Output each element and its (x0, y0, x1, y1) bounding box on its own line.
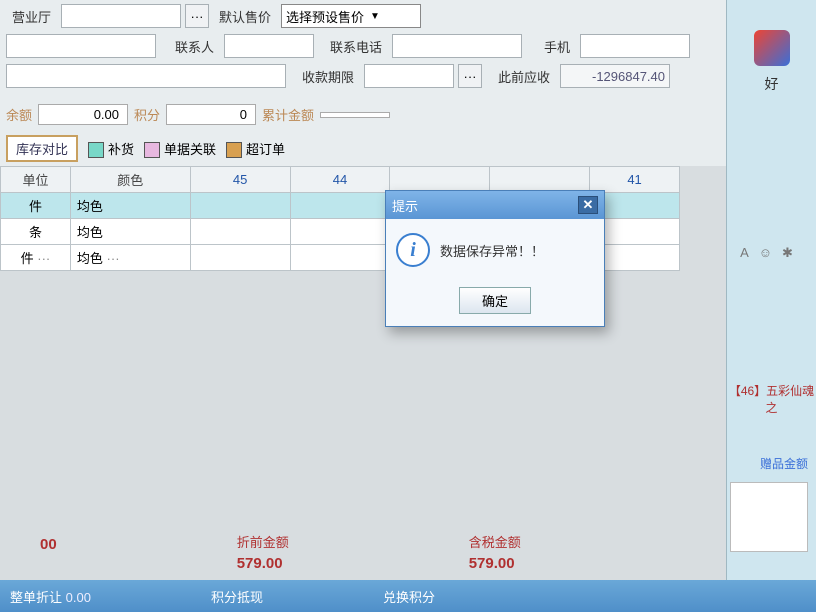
cell-color: 均色 ··· (70, 245, 190, 271)
hall-label: 营业厅 (6, 7, 57, 26)
legend-overorder: 超订单 (226, 139, 285, 159)
sum-value (320, 112, 390, 118)
col-45[interactable]: 45 (190, 167, 290, 193)
cell-unit: 条 (1, 219, 71, 245)
default-price-label: 默认售价 (213, 7, 277, 26)
points-value: 0 (166, 104, 256, 125)
col-color[interactable]: 颜色 (70, 167, 190, 193)
balance-label: 余额 (6, 105, 32, 124)
side-toolbar: A☺✱ (727, 244, 816, 262)
close-icon[interactable]: ✕ (578, 196, 598, 214)
alert-dialog: 提示 ✕ i 数据保存异常！！ 确定 (385, 190, 605, 327)
grid-header-row: 单位 颜色 45 44 41 (1, 167, 680, 193)
app-logo-icon (754, 30, 790, 66)
legend-row: 库存对比 补货 单据关联 超订单 (0, 131, 816, 166)
text-a-icon[interactable]: A (740, 245, 759, 260)
col-unit[interactable]: 单位 (1, 167, 71, 193)
face-icon[interactable]: ☺ (759, 245, 782, 260)
footer-amounts: 00 折前金额 579.00 含税金额 579.00 (0, 532, 816, 572)
prev-receivable-label: 此前应收 (486, 67, 556, 86)
prediscount-label: 折前金额 (237, 532, 289, 551)
news-link[interactable]: 【46】五彩仙魂之 (727, 382, 816, 416)
gift-amount-label: 赠品金额 (760, 455, 808, 472)
mini-panel (730, 482, 808, 552)
price-preset-dropdown[interactable]: 选择预设售价 ▼ (281, 4, 421, 28)
col-41[interactable]: 41 (590, 167, 680, 193)
cell-color: 均色 (70, 193, 190, 219)
taxed-label: 含税金额 (469, 532, 521, 551)
cell-color: 均色 (70, 219, 190, 245)
chevron-down-icon: ▼ (370, 11, 380, 22)
blank-input-1[interactable] (6, 34, 156, 58)
info-icon: i (396, 233, 430, 267)
mobile-input[interactable] (580, 34, 690, 58)
cell-unit: 件 (1, 193, 71, 219)
form-area: 营业厅 ··· 默认售价 选择预设售价 ▼ 联系人 联系电话 手机 收款期限 ·… (0, 0, 816, 98)
col-44[interactable]: 44 (290, 167, 390, 193)
footer-val-1: 00 (40, 536, 57, 553)
receive-term-label: 收款期限 (290, 67, 360, 86)
legend-relate: 单据关联 (144, 139, 216, 159)
mobile-label: 手机 (526, 37, 576, 56)
contact-phone-input[interactable] (392, 34, 522, 58)
cell-unit: 件 ··· (1, 245, 71, 271)
blank-input-2[interactable] (6, 64, 286, 88)
balance-row: 余额 0.00 积分 0 累计金额 折扣 100 (0, 98, 816, 131)
legend-replenish: 补货 (88, 139, 134, 159)
footer-col-prediscount: 折前金额 579.00 (237, 532, 289, 572)
contact-phone-label: 联系电话 (318, 37, 388, 56)
dialog-titlebar[interactable]: 提示 ✕ (386, 191, 604, 219)
prev-receivable-value: -1296847.40 (560, 64, 670, 88)
receive-term-lookup-button[interactable]: ··· (458, 64, 482, 88)
prediscount-value: 579.00 (237, 555, 289, 572)
whole-discount: 整单折让 0.00 (10, 587, 91, 606)
dialog-message: 数据保存异常！！ (440, 241, 544, 260)
contact-label: 联系人 (160, 37, 220, 56)
dialog-title: 提示 (392, 196, 418, 215)
swatch-replenish (88, 142, 104, 158)
points-deduct-label: 积分抵现 (211, 587, 263, 606)
balance-value: 0.00 (38, 104, 128, 125)
footer-col-taxed: 含税金额 579.00 (469, 532, 521, 572)
bottom-bar: 整单折让 0.00 积分抵现 兑换积分 (0, 580, 816, 612)
swatch-overorder (226, 142, 242, 158)
points-label: 积分 (134, 105, 160, 124)
dialog-ok-button[interactable]: 确定 (459, 287, 531, 314)
redeem-points-label: 兑换积分 (383, 587, 435, 606)
hall-lookup-button[interactable]: ··· (185, 4, 209, 28)
ok-side-button[interactable]: 好 (727, 74, 816, 94)
footer-col-1: 00 (40, 532, 57, 572)
taxed-value: 579.00 (469, 555, 521, 572)
star-icon[interactable]: ✱ (782, 245, 803, 260)
receive-term-input[interactable] (364, 64, 454, 88)
swatch-relate (144, 142, 160, 158)
sum-label: 累计金额 (262, 105, 314, 124)
price-preset-value: 选择预设售价 (286, 7, 364, 26)
contact-input[interactable] (224, 34, 314, 58)
hall-input[interactable] (61, 4, 181, 28)
inventory-compare-button[interactable]: 库存对比 (6, 135, 78, 162)
